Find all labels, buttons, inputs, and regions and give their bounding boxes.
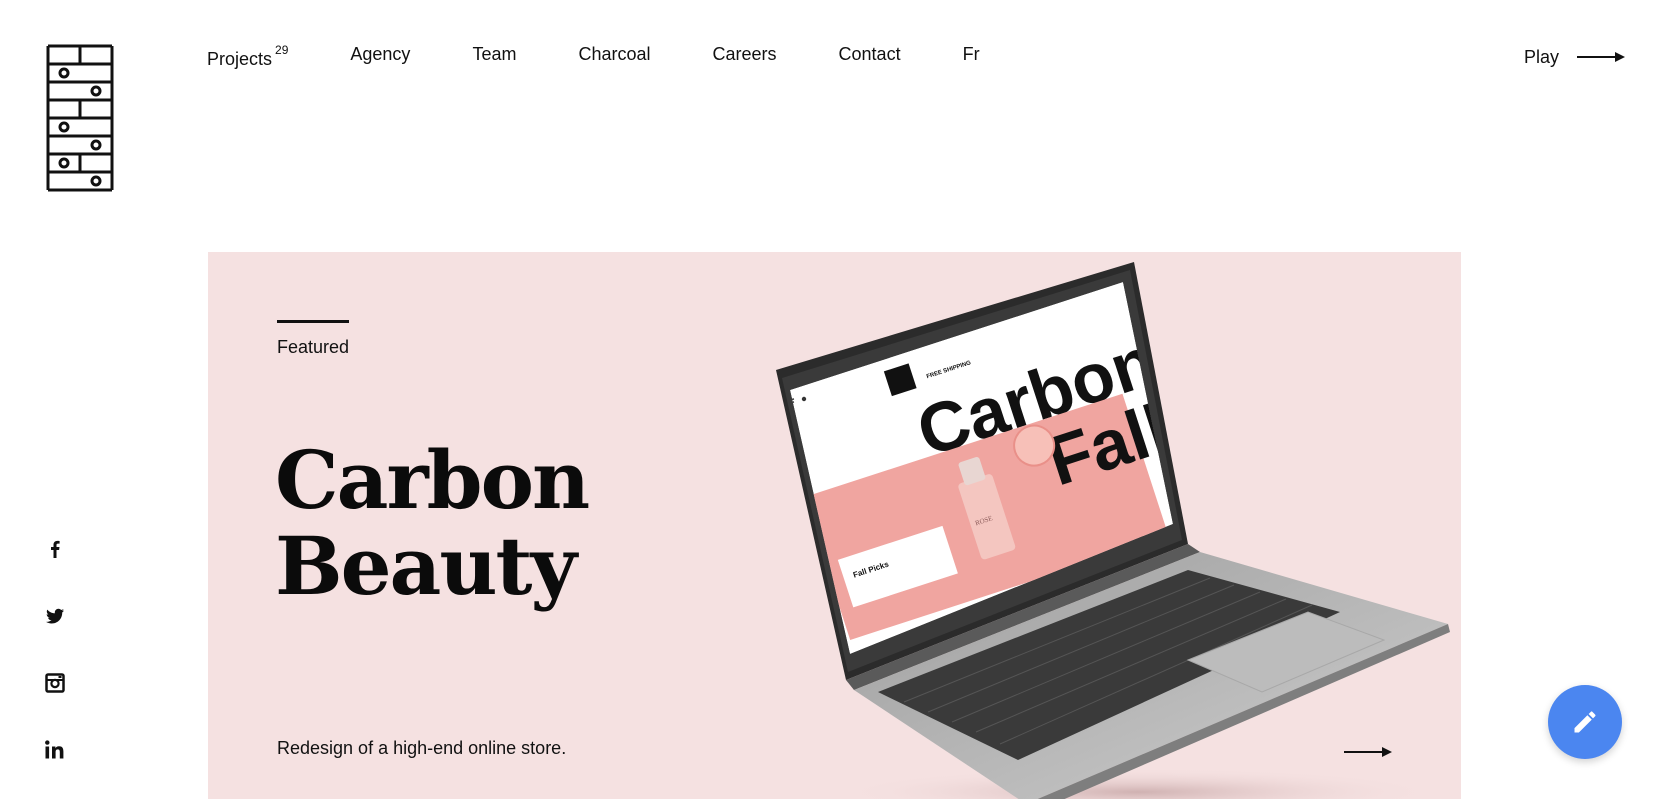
nav-contact[interactable]: Contact xyxy=(839,43,901,65)
project-description: Redesign of a high-end online store. xyxy=(277,738,567,758)
locomotive-logo[interactable] xyxy=(44,42,116,194)
projects-count: 29 xyxy=(275,43,289,57)
linkedin-link[interactable] xyxy=(42,737,68,763)
featured-rule xyxy=(277,320,349,323)
twitter-link[interactable] xyxy=(42,603,68,629)
page: Projects 29 Agency Team Charcoal Careers … xyxy=(0,0,1667,799)
twitter-icon xyxy=(46,608,64,624)
pencil-icon xyxy=(1574,711,1596,733)
nav-charcoal[interactable]: Charcoal xyxy=(578,43,650,65)
arrow-right-icon[interactable] xyxy=(1344,746,1392,758)
nav-careers[interactable]: Careers xyxy=(713,43,777,65)
edit-button[interactable] xyxy=(1548,685,1622,759)
arrow-right-icon xyxy=(1577,52,1626,62)
nav-language-fr[interactable]: Fr xyxy=(963,43,980,65)
play-button[interactable]: Play xyxy=(1524,46,1626,68)
social-links xyxy=(42,536,68,799)
instagram-link[interactable] xyxy=(42,670,68,696)
nav-team[interactable]: Team xyxy=(472,43,516,65)
facebook-link[interactable] xyxy=(42,536,68,562)
nav-projects-label: Projects xyxy=(207,49,273,69)
project-title: Carbon Beauty xyxy=(275,437,755,609)
facebook-icon xyxy=(51,540,60,558)
featured-label: Featured xyxy=(277,337,350,357)
instagram-icon xyxy=(45,673,65,693)
linkedin-icon xyxy=(45,740,64,759)
featured-project-hero[interactable]: Featured Carbon Beauty Redesign of a hig… xyxy=(208,252,1461,799)
project-title-line-1: Carbon xyxy=(275,433,590,527)
play-label: Play xyxy=(1524,47,1560,67)
laptop-mockup-image: FREE SHIPPING Carbon Fall Fall Picks ROS… xyxy=(776,262,1450,799)
nav-projects[interactable]: Projects 29 xyxy=(207,43,288,70)
main-nav: Projects 29 Agency Team Charcoal Careers … xyxy=(207,43,1042,70)
project-title-line-2: Beauty xyxy=(275,519,577,613)
nav-agency[interactable]: Agency xyxy=(350,43,410,65)
